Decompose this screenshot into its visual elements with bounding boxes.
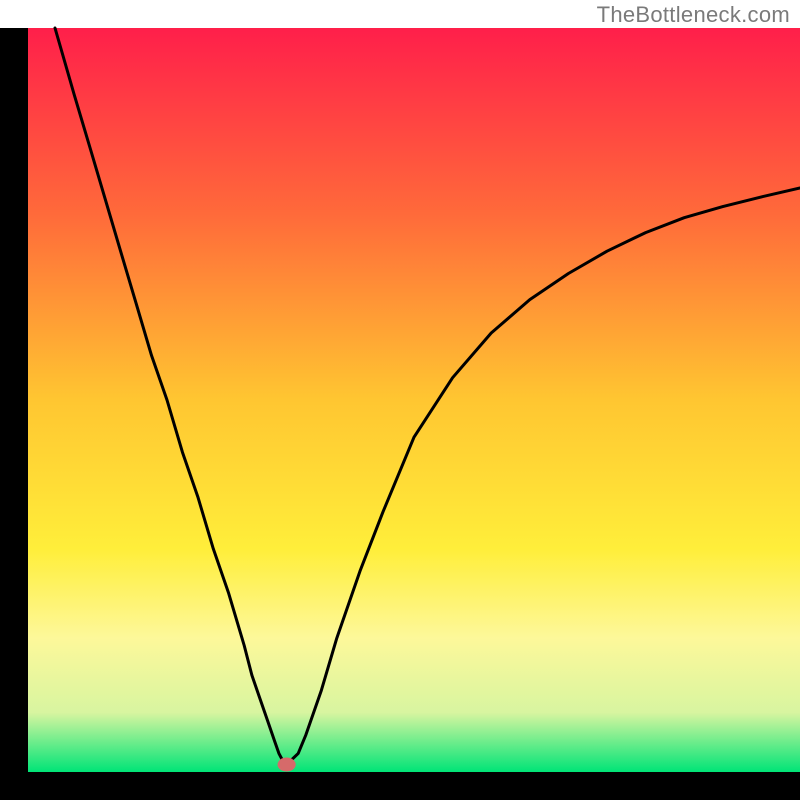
- chart-container: TheBottleneck.com: [0, 0, 800, 800]
- watermark-text: TheBottleneck.com: [597, 2, 790, 28]
- optimal-point-marker: [278, 758, 296, 772]
- chart-background: [28, 28, 800, 772]
- bottleneck-chart: [0, 0, 800, 800]
